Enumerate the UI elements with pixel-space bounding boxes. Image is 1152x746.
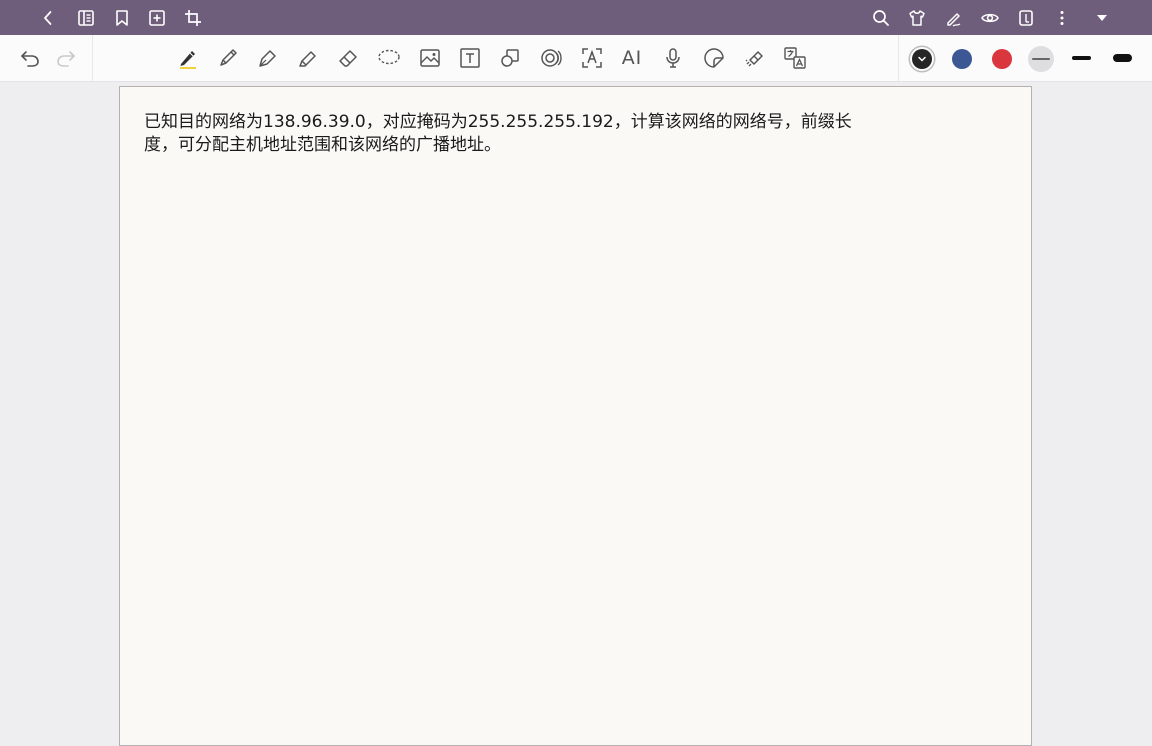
- translate-tool[interactable]: [779, 42, 811, 74]
- tape-tool[interactable]: [739, 42, 771, 74]
- bookmark-button[interactable]: [108, 4, 136, 32]
- text-box-tool[interactable]: [454, 42, 486, 74]
- audio-recognition-icon: [541, 49, 562, 67]
- shape-tool[interactable]: [494, 42, 526, 74]
- sticker-tool[interactable]: [698, 42, 730, 74]
- thin-line-icon: [1032, 58, 1050, 60]
- selected-chevron-icon: [918, 56, 926, 62]
- top-bar: [0, 0, 1152, 35]
- add-page-button[interactable]: [143, 4, 171, 32]
- undo-icon: [21, 51, 39, 67]
- ai-tool[interactable]: AI: [616, 42, 648, 74]
- stroke-size-thin[interactable]: [1028, 46, 1054, 72]
- pen-mode-icon: [947, 13, 961, 27]
- collapse-triangle-icon: [1097, 15, 1107, 21]
- stroke-size-thick[interactable]: [1113, 54, 1132, 62]
- pen-mode-button[interactable]: [940, 4, 968, 32]
- stroke-size-medium[interactable]: [1072, 56, 1091, 60]
- toolbar-divider-right: [898, 35, 899, 81]
- toolbar-divider: [92, 35, 93, 81]
- fountain-pen-icon: [259, 50, 276, 67]
- eraser-icon: [339, 50, 357, 67]
- audio-recognition-tool[interactable]: [535, 42, 567, 74]
- microphone-icon: [666, 48, 680, 68]
- page-view-icon: [1019, 10, 1033, 26]
- image-tool[interactable]: [414, 42, 446, 74]
- shape-icon: [501, 49, 519, 67]
- tape-icon: [745, 51, 763, 67]
- microphone-tool[interactable]: [657, 42, 689, 74]
- swatch-blue[interactable]: [952, 49, 972, 69]
- view-button[interactable]: [976, 4, 1004, 32]
- page-view-button[interactable]: [1012, 4, 1040, 32]
- question-text: 已知目的网络为138.96.39.0，对应掩码为255.255.255.192，…: [144, 112, 852, 155]
- pencil-tool[interactable]: [212, 42, 244, 74]
- swatch-black[interactable]: [912, 49, 932, 69]
- redo-button[interactable]: [50, 42, 82, 74]
- bookmark-icon: [116, 10, 128, 26]
- back-icon: [44, 11, 52, 25]
- back-button[interactable]: [34, 4, 62, 32]
- crop-button[interactable]: [179, 4, 207, 32]
- crop-icon: [185, 10, 201, 26]
- more-button[interactable]: [1048, 4, 1076, 32]
- image-icon: [420, 49, 440, 67]
- swatch-red[interactable]: [992, 49, 1012, 69]
- pencil-icon: [220, 49, 237, 66]
- theme-shirt-icon: [909, 10, 925, 26]
- translate-icon: [784, 47, 806, 69]
- sticker-icon: [704, 48, 724, 68]
- pen-icon: [180, 51, 196, 69]
- pen-tool[interactable]: [172, 42, 204, 74]
- drawing-toolbar: AI: [0, 35, 1152, 82]
- page-list-icon: [78, 10, 94, 26]
- page-list-button[interactable]: [72, 4, 100, 32]
- add-page-icon: [149, 10, 165, 26]
- redo-icon: [57, 51, 75, 67]
- lasso-tool[interactable]: [373, 42, 405, 74]
- eraser-tool[interactable]: [332, 42, 364, 74]
- collapse-button[interactable]: [1088, 4, 1116, 32]
- highlighter-tool[interactable]: [292, 42, 324, 74]
- theme-button[interactable]: [903, 4, 931, 32]
- highlighter-icon: [299, 51, 316, 67]
- undo-button[interactable]: [14, 42, 46, 74]
- lasso-icon: [378, 49, 400, 65]
- search-icon: [873, 10, 889, 26]
- ocr-text-icon: [582, 48, 602, 68]
- search-button[interactable]: [867, 4, 895, 32]
- view-eye-icon: [981, 13, 999, 23]
- fountain-pen-tool[interactable]: [252, 42, 284, 74]
- more-vertical-icon: [1060, 11, 1064, 25]
- text-box-icon: [460, 48, 480, 68]
- note-page[interactable]: 已知目的网络为138.96.39.0，对应掩码为255.255.255.192，…: [119, 86, 1032, 746]
- ocr-text-tool[interactable]: [576, 42, 608, 74]
- ai-icon: AI: [621, 47, 643, 69]
